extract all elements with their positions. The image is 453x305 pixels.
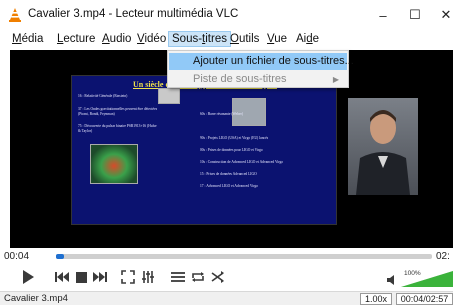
shuffle-icon [211,271,224,283]
maximize-button[interactable]: ☐ [404,5,426,25]
extended-settings-button[interactable] [138,267,158,287]
presentation-slide: Un siècle de Développements Scientifique… [71,75,337,225]
status-time: 00:04/02:57 [396,293,453,305]
slide-line: 17 : Advanced LIGO et Advanced Virgo [200,184,258,188]
einstein-photo [158,88,180,104]
subtitles-dropdown: Ajouter un fichier de sous-titres... Pis… [167,50,354,88]
menu-video[interactable]: Vidéo [137,33,166,45]
elapsed-time: 00:04 [4,251,30,262]
menu-media[interactable]: Média [12,33,43,45]
slide-line: 15 : Prises de données Advanced LIGO [200,172,257,176]
menu-tools[interactable]: Outils [230,33,259,45]
equalizer-icon [142,271,154,283]
loop-button[interactable] [188,267,208,287]
next-icon [93,272,107,282]
play-button[interactable] [16,266,40,288]
minimize-button[interactable]: – [372,5,394,25]
controls-bar [0,264,453,291]
fullscreen-button[interactable] [118,267,138,287]
subtitle-track-item[interactable]: Piste de sous-titres ▶ [169,71,347,88]
status-filename: Cavalier 3.mp4 [4,293,68,304]
slide-line: 10s : Construction de Advanced LIGO et A… [200,160,284,164]
volume-percent: 100% [404,270,421,277]
total-time: 02: [436,251,450,262]
previous-button[interactable] [52,267,72,287]
menu-subtitles[interactable]: Sous-titres [168,31,231,47]
shuffle-button[interactable] [208,267,228,287]
play-icon [23,270,34,284]
slide-line: 60s : Barre résonante (Weber) [200,112,244,116]
stop-button[interactable] [71,267,91,287]
window-title: Cavalier 3.mp4 - Lecteur multimédia VLC [28,8,239,20]
playback-speed[interactable]: 1.00x [360,293,392,305]
next-button[interactable] [90,267,110,287]
previous-icon [55,272,69,282]
menu-help[interactable]: Aide [296,33,319,45]
slide-line: 37 : Les Ondes gravitationnelles peuvent… [78,107,158,116]
close-button[interactable]: ✕ [435,5,453,25]
speaker-video [348,98,418,195]
status-bar: Cavalier 3.mp4 1.00x 00:04/02:57 [0,291,453,305]
menu-audio[interactable]: Audio [102,33,131,45]
slide-line: 00s : Prises de données pour LIGO et Vir… [200,148,263,152]
title-bar: Cavalier 3.mp4 - Lecteur multimédia VLC … [0,0,453,30]
slide-line: 90s : Projets LIGO (USA) et Virgo (EU) l… [200,136,269,140]
submenu-arrow-icon: ▶ [332,75,339,84]
menu-lecture[interactable]: Lecture [57,33,95,45]
menu-bar: Média Lecture Audio Vidéo Sous-titres Ou… [0,30,453,50]
slide-line: 16 : Relativité Générale (Einstein) [78,94,128,98]
seek-progress [56,254,64,259]
add-subtitle-file-item[interactable]: Ajouter un fichier de sous-titres... [169,53,354,70]
stop-icon [75,271,87,283]
loop-icon [192,272,204,282]
playlist-icon [171,272,185,282]
seek-slider[interactable] [56,254,432,259]
menu-view[interactable]: Vue [267,33,287,45]
slide-line: 75 : Découverte du pulsar binaire PSR191… [78,124,157,133]
gravity-wave-image [90,144,138,184]
seek-row: 00:04 02: [0,248,453,264]
vlc-cone-icon [9,8,21,22]
playlist-button[interactable] [168,267,188,287]
fullscreen-icon [121,270,135,284]
